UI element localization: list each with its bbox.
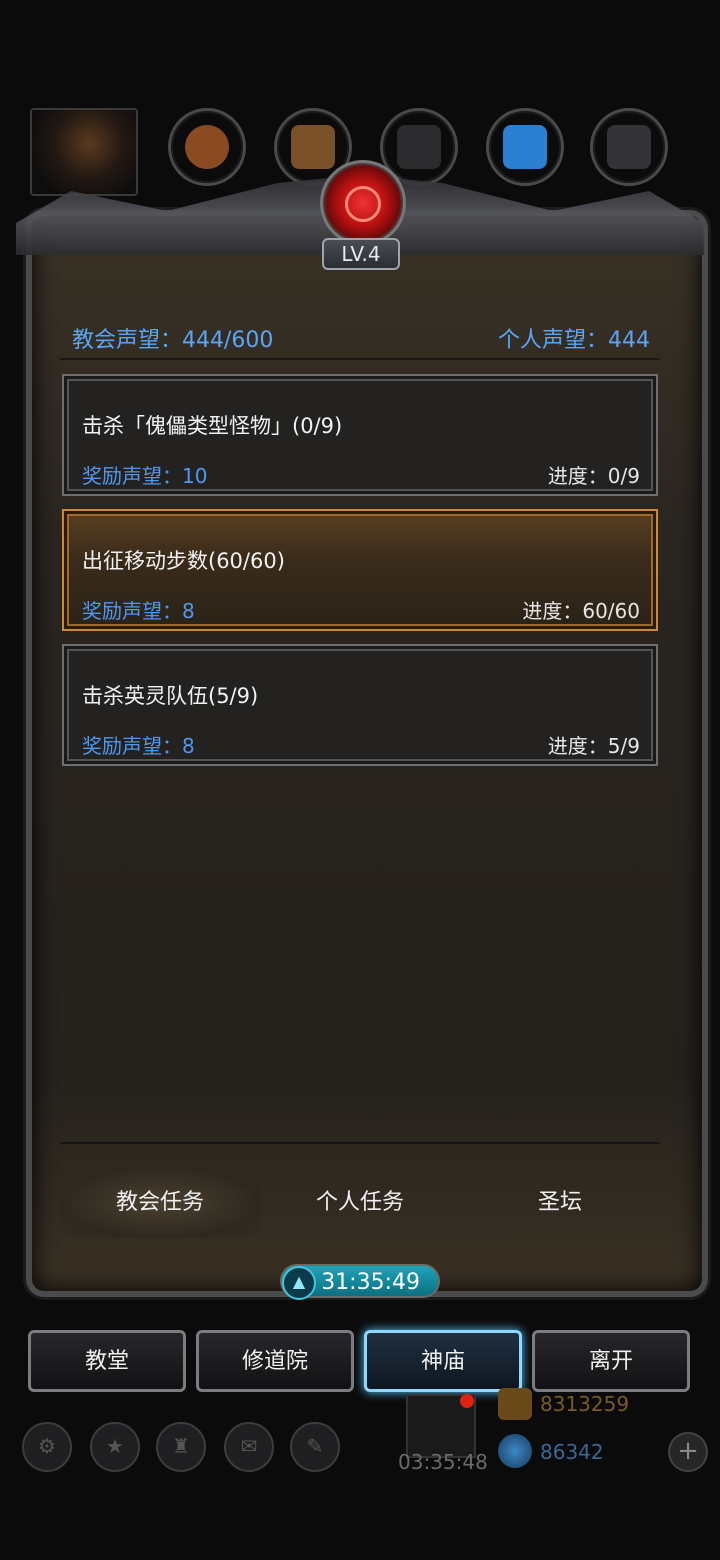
stone-resource-icon[interactable]	[590, 108, 668, 186]
level-badge: LV.4	[322, 238, 400, 270]
tab-personal-tasks[interactable]: 个人任务	[260, 1168, 460, 1238]
nav-leave-button[interactable]: 离开	[532, 1330, 690, 1392]
gold-amount: 8313259	[540, 1392, 630, 1416]
hero-portrait[interactable]	[30, 108, 138, 196]
castle-icon[interactable]: ♜	[156, 1422, 206, 1472]
task-title: 击杀「傀儡类型怪物」(0/9)	[82, 414, 343, 438]
crystal-resource-icon[interactable]	[486, 108, 564, 186]
bread-resource-icon[interactable]	[168, 108, 246, 186]
gift-timer: 03:35:48	[398, 1450, 488, 1474]
tab-church-tasks[interactable]: 教会任务	[60, 1168, 260, 1238]
task-reward: 奖励声望：10	[82, 464, 208, 488]
task-card-selected[interactable]: 出征移动步数(60/60) 奖励声望：8 进度：60/60	[62, 509, 658, 631]
star-icon[interactable]: ★	[90, 1422, 140, 1472]
task-progress: 进度：0/9	[547, 464, 640, 488]
personal-reputation: 个人声望：444	[498, 328, 650, 353]
nav-temple-button[interactable]: 神庙	[364, 1330, 522, 1392]
add-currency-icon[interactable]: +	[668, 1432, 708, 1472]
task-tabs: 教会任务 个人任务 圣坛	[60, 1168, 660, 1238]
gem-amount: 86342	[540, 1440, 604, 1464]
gem-icon	[498, 1434, 532, 1468]
task-card[interactable]: 击杀「傀儡类型怪物」(0/9) 奖励声望：10 进度：0/9	[62, 374, 658, 496]
notification-dot	[460, 1394, 474, 1408]
task-progress: 进度：60/60	[522, 599, 640, 623]
gold-icon	[498, 1388, 532, 1420]
reputation-row: 教会声望：444/600 个人声望：444	[72, 322, 650, 356]
nav-church-button[interactable]: 教堂	[28, 1330, 186, 1392]
emblem-core	[345, 186, 381, 222]
scroll-icon[interactable]: ✎	[290, 1422, 340, 1472]
tab-altar[interactable]: 圣坛	[460, 1168, 660, 1238]
mail-icon[interactable]: ✉	[224, 1422, 274, 1472]
settings-icon[interactable]: ⚙	[22, 1422, 72, 1472]
task-title: 击杀英灵队伍(5/9)	[82, 684, 259, 708]
divider	[60, 358, 660, 360]
task-title: 出征移动步数(60/60)	[82, 549, 285, 573]
task-progress: 进度：5/9	[547, 734, 640, 758]
task-card[interactable]: 击杀英灵队伍(5/9) 奖励声望：8 进度：5/9	[62, 644, 658, 766]
church-reputation: 教会声望：444/600	[72, 328, 274, 353]
task-reward: 奖励声望：8	[82, 599, 195, 623]
divider	[60, 1142, 660, 1144]
clock-icon: ▲	[282, 1266, 316, 1300]
nav-monastery-button[interactable]: 修道院	[196, 1330, 354, 1392]
task-reward: 奖励声望：8	[82, 734, 195, 758]
